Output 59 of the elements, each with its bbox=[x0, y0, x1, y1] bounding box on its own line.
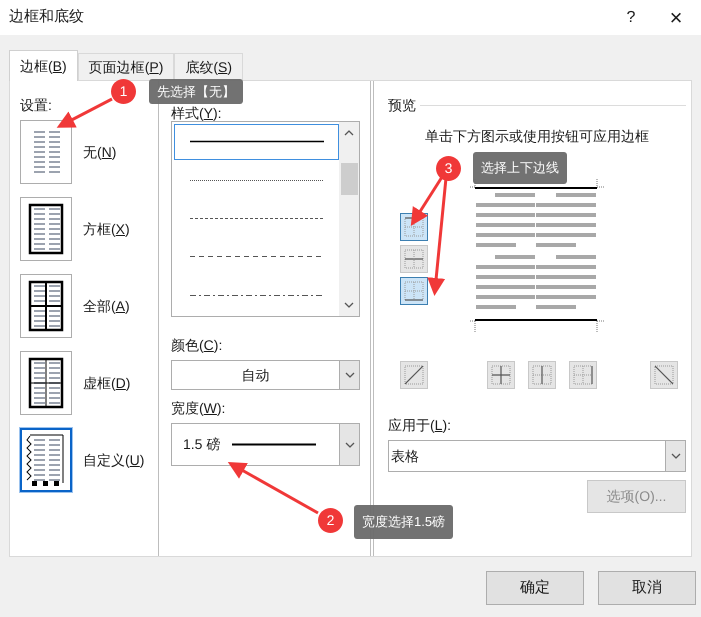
dialog-button[interactable]: 取消 bbox=[598, 571, 696, 605]
line-style-option[interactable] bbox=[174, 124, 339, 160]
width-value: 1.5 磅 bbox=[182, 435, 222, 454]
border-cell-icon bbox=[571, 363, 595, 387]
step-tooltip: 选择上下边线 bbox=[473, 152, 567, 184]
step-tooltip: 宽度选择1.5磅 bbox=[354, 505, 454, 539]
chevron-down-icon bbox=[670, 453, 680, 459]
color-dropdown[interactable]: 自动 bbox=[171, 360, 360, 390]
setting-option[interactable]: 虚框(D) bbox=[20, 351, 158, 415]
line-style-icon bbox=[190, 178, 324, 182]
chevron-down-icon bbox=[344, 302, 354, 308]
border-toggle-button[interactable] bbox=[650, 361, 678, 389]
help-button[interactable]: ? bbox=[611, 0, 651, 35]
border-cell-icon bbox=[402, 279, 426, 303]
border-cell-icon bbox=[402, 215, 426, 239]
arrow bbox=[56, 98, 113, 128]
settings-label: 设置: bbox=[20, 96, 52, 115]
border-cell-icon bbox=[489, 363, 513, 387]
dialog-button[interactable]: 确定 bbox=[486, 571, 584, 605]
chevron-down-icon bbox=[344, 372, 354, 378]
scrollbar[interactable] bbox=[339, 122, 359, 316]
border-cell-icon bbox=[402, 247, 426, 271]
close-button[interactable]: × bbox=[651, 0, 701, 35]
step-tooltip: 先选择【无】 bbox=[149, 79, 243, 104]
line-style-icon bbox=[190, 217, 324, 220]
color-label: 颜色(C): bbox=[171, 336, 224, 355]
border-cell-icon bbox=[652, 363, 676, 387]
preview-hint: 单击下方图示或使用按钮可应用边框 bbox=[425, 127, 649, 146]
setting-option[interactable]: 方框(X) bbox=[20, 197, 158, 261]
width-label: 宽度(W): bbox=[171, 399, 226, 418]
scrollbar-thumb[interactable] bbox=[340, 163, 358, 195]
width-dropdown[interactable]: 1.5 磅 bbox=[171, 423, 360, 466]
border-toggle-button[interactable] bbox=[400, 361, 428, 389]
preview-label: 预览 bbox=[388, 96, 416, 115]
color-value: 自动 bbox=[240, 366, 270, 384]
apply-to-label: 应用于(L): bbox=[388, 416, 452, 435]
line-style-icon bbox=[190, 294, 324, 297]
apply-to-value: 表格 bbox=[390, 446, 420, 466]
tab[interactable]: 底纹(S) bbox=[174, 53, 244, 80]
border-toggle-button[interactable] bbox=[569, 361, 597, 389]
tab[interactable]: 页面边框(P) bbox=[78, 53, 174, 80]
line-style-icon bbox=[190, 255, 324, 258]
border-cell-icon bbox=[530, 363, 554, 387]
setting-option[interactable]: 全部(A) bbox=[20, 274, 158, 338]
border-toggle-button[interactable] bbox=[487, 361, 515, 389]
line-sample-icon bbox=[232, 443, 316, 446]
line-style-icon bbox=[190, 140, 324, 144]
style-label: 样式(Y): bbox=[171, 105, 222, 121]
apply-to-dropdown[interactable]: 表格 bbox=[388, 440, 686, 472]
border-toggle-button[interactable] bbox=[528, 361, 556, 389]
chevron-down-icon bbox=[344, 442, 354, 448]
chevron-up-icon bbox=[344, 130, 354, 136]
window-title: 边框和底纹 bbox=[9, 7, 85, 28]
setting-option[interactable]: 自定义(U) bbox=[20, 428, 158, 492]
border-toggle-button[interactable] bbox=[400, 245, 428, 273]
setting-option[interactable]: 无(N) bbox=[20, 120, 158, 184]
border-cell-icon bbox=[402, 363, 426, 387]
tab[interactable]: 边框(B) bbox=[9, 50, 78, 81]
border-toggle-button[interactable] bbox=[400, 277, 428, 305]
